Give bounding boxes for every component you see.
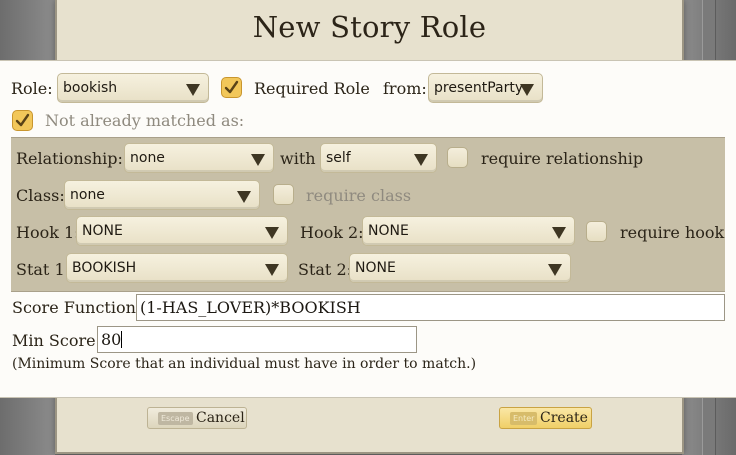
- relationship-label: Relationship:: [16, 149, 123, 168]
- hook2-label: Hook 2:: [300, 223, 364, 242]
- min-score-label: Min Score:: [12, 331, 101, 350]
- chevron-down-icon: [251, 154, 265, 166]
- min-score-field-content: 80: [101, 330, 123, 349]
- require-hook-label: require hook: [620, 223, 725, 242]
- stat1-dropdown[interactable]: BOOKISH: [66, 253, 288, 283]
- cancel-button[interactable]: Escape Cancel: [147, 407, 247, 429]
- dialog-title: New Story Role: [252, 10, 487, 44]
- score-function-input[interactable]: (1-HAS_LOVER)*BOOKISH: [136, 294, 725, 321]
- chevron-down-icon: [265, 227, 279, 239]
- hook1-label: Hook 1:: [16, 223, 80, 242]
- from-label: from:: [383, 79, 427, 98]
- with-label: with: [280, 149, 316, 168]
- require-class-checkbox[interactable]: [273, 184, 294, 205]
- checkmark-icon: [224, 80, 239, 94]
- require-relationship-checkbox[interactable]: [447, 147, 468, 168]
- required-role-label: Required Role: [254, 79, 370, 98]
- checkmark-icon: [15, 113, 30, 127]
- required-role-checkbox[interactable]: [221, 77, 242, 98]
- chevron-down-icon: [552, 227, 566, 239]
- hook1-dropdown[interactable]: NONE: [76, 216, 288, 246]
- hook2-value: NONE: [368, 223, 409, 239]
- create-button-label: Create: [540, 410, 588, 426]
- stat1-value: BOOKISH: [72, 260, 137, 276]
- min-score-value: 80: [101, 330, 122, 349]
- chevron-down-icon: [548, 264, 562, 276]
- chevron-down-icon: [186, 84, 200, 96]
- score-function-label: Score Function:: [12, 298, 142, 317]
- stat1-label: Stat 1:: [16, 260, 71, 279]
- with-value: self: [326, 150, 351, 166]
- not-matched-label: Not already matched as:: [45, 111, 245, 130]
- match-criteria-group: Relationship: none with self require rel…: [11, 137, 725, 292]
- with-dropdown[interactable]: self: [320, 143, 437, 173]
- escape-key-hint: Escape: [158, 412, 193, 425]
- hook1-value: NONE: [82, 223, 123, 239]
- stat2-value: NONE: [355, 260, 396, 276]
- from-dropdown[interactable]: presentParty: [428, 73, 543, 103]
- from-value: presentParty: [434, 80, 524, 96]
- score-function-value: (1-HAS_LOVER)*BOOKISH: [140, 298, 361, 317]
- relationship-dropdown[interactable]: none: [124, 143, 274, 173]
- role-value: bookish: [63, 80, 118, 96]
- stat2-dropdown[interactable]: NONE: [349, 253, 571, 283]
- chevron-down-icon: [414, 154, 428, 166]
- cancel-button-label: Cancel: [196, 410, 245, 426]
- stat2-label: Stat 2:: [298, 260, 353, 279]
- require-class-label: require class: [306, 186, 412, 205]
- text-caret: [121, 331, 123, 348]
- hook2-dropdown[interactable]: NONE: [362, 216, 575, 246]
- not-matched-checkbox[interactable]: [12, 110, 33, 131]
- role-label: Role:: [11, 79, 53, 98]
- relationship-value: none: [130, 150, 165, 166]
- chevron-down-icon: [237, 191, 251, 203]
- chevron-down-icon: [265, 264, 279, 276]
- enter-key-hint: Enter: [510, 412, 538, 425]
- role-dropdown[interactable]: bookish: [57, 73, 209, 103]
- min-score-input[interactable]: 80: [97, 326, 417, 353]
- min-score-note: (Minimum Score that an individual must h…: [12, 356, 477, 372]
- class-label: Class:: [16, 186, 65, 205]
- create-button[interactable]: Enter Create: [499, 407, 592, 429]
- require-relationship-label: require relationship: [481, 149, 644, 168]
- class-value: none: [70, 187, 105, 203]
- chevron-down-icon: [520, 84, 534, 96]
- class-dropdown[interactable]: none: [64, 180, 260, 210]
- require-hook-checkbox[interactable]: [586, 221, 607, 242]
